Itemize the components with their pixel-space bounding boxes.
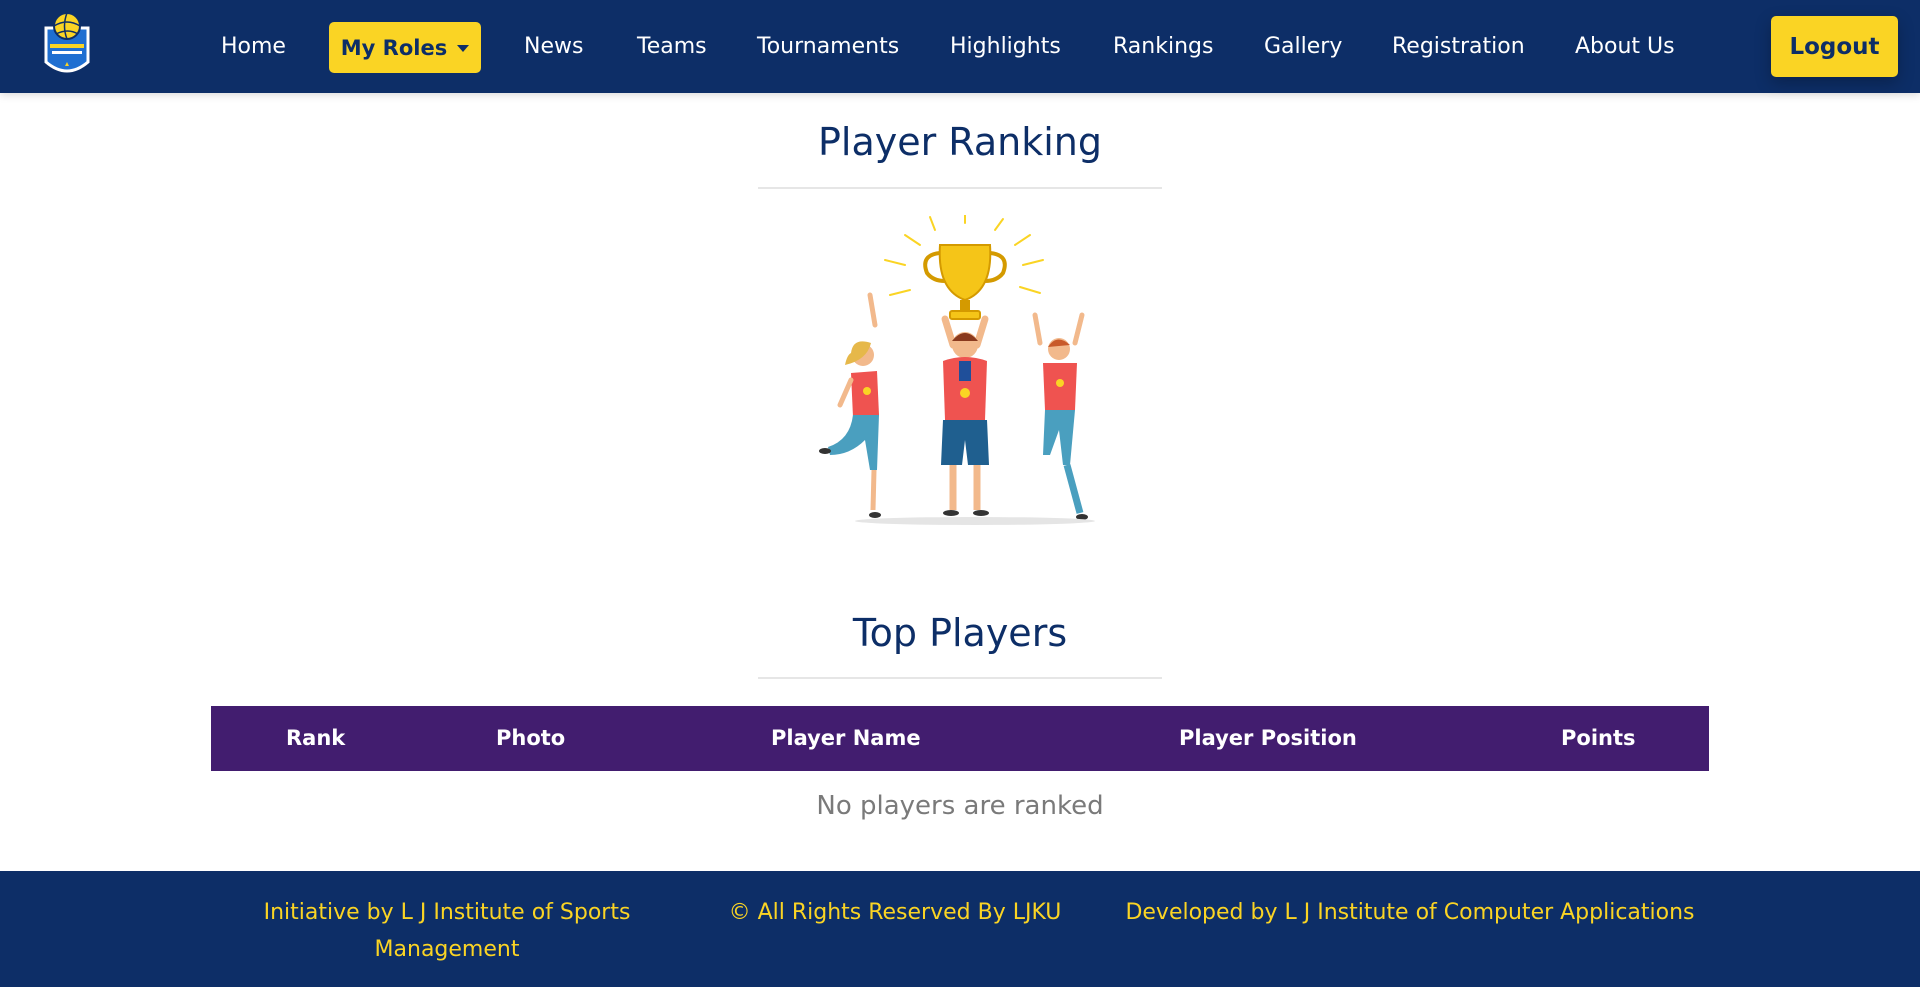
my-roles-dropdown-button[interactable]: My Roles: [329, 22, 481, 73]
nav-rankings-link[interactable]: Rankings: [1113, 0, 1213, 93]
players-table-header: Rank Photo Player Name Player Position P…: [211, 706, 1709, 771]
page-title: Player Ranking: [817, 120, 1103, 164]
nav-home-link[interactable]: Home: [221, 0, 286, 93]
column-header-player-name: Player Name: [771, 726, 921, 750]
top-players-divider: [758, 677, 1162, 679]
title-divider: [758, 187, 1162, 189]
empty-table-message: No players are ranked: [816, 791, 1104, 821]
top-navbar: Home My Roles News Teams Tournaments Hig…: [0, 0, 1920, 93]
nav-teams-link[interactable]: Teams: [637, 0, 707, 93]
trophy-celebration-illustration: [819, 215, 1095, 525]
footer-copyright-text: © All Rights Reserved By LJKU: [728, 900, 1062, 925]
footer-developer-text: Developed by L J Institute of Computer A…: [1125, 900, 1695, 925]
nav-tournaments-link[interactable]: Tournaments: [757, 0, 899, 93]
nav-news-link[interactable]: News: [524, 0, 583, 93]
nav-gallery-link[interactable]: Gallery: [1264, 0, 1342, 93]
footer-initiative-text: Initiative by L J Institute of Sports Ma…: [263, 900, 631, 962]
logout-button[interactable]: Logout: [1771, 16, 1898, 77]
nav-registration-link[interactable]: Registration: [1392, 0, 1525, 93]
column-header-rank: Rank: [286, 726, 346, 750]
nav-highlights-link[interactable]: Highlights: [950, 0, 1061, 93]
column-header-player-position: Player Position: [1179, 726, 1357, 750]
volleyball-league-logo-icon[interactable]: [38, 10, 96, 80]
column-header-photo: Photo: [496, 726, 566, 750]
nav-about-us-link[interactable]: About Us: [1575, 0, 1675, 93]
top-players-heading: Top Players: [852, 611, 1068, 655]
my-roles-label: My Roles: [340, 35, 448, 60]
site-footer: Initiative by L J Institute of Sports Ma…: [0, 871, 1920, 987]
caret-down-icon: [457, 45, 470, 52]
column-header-points: Points: [1561, 726, 1636, 750]
